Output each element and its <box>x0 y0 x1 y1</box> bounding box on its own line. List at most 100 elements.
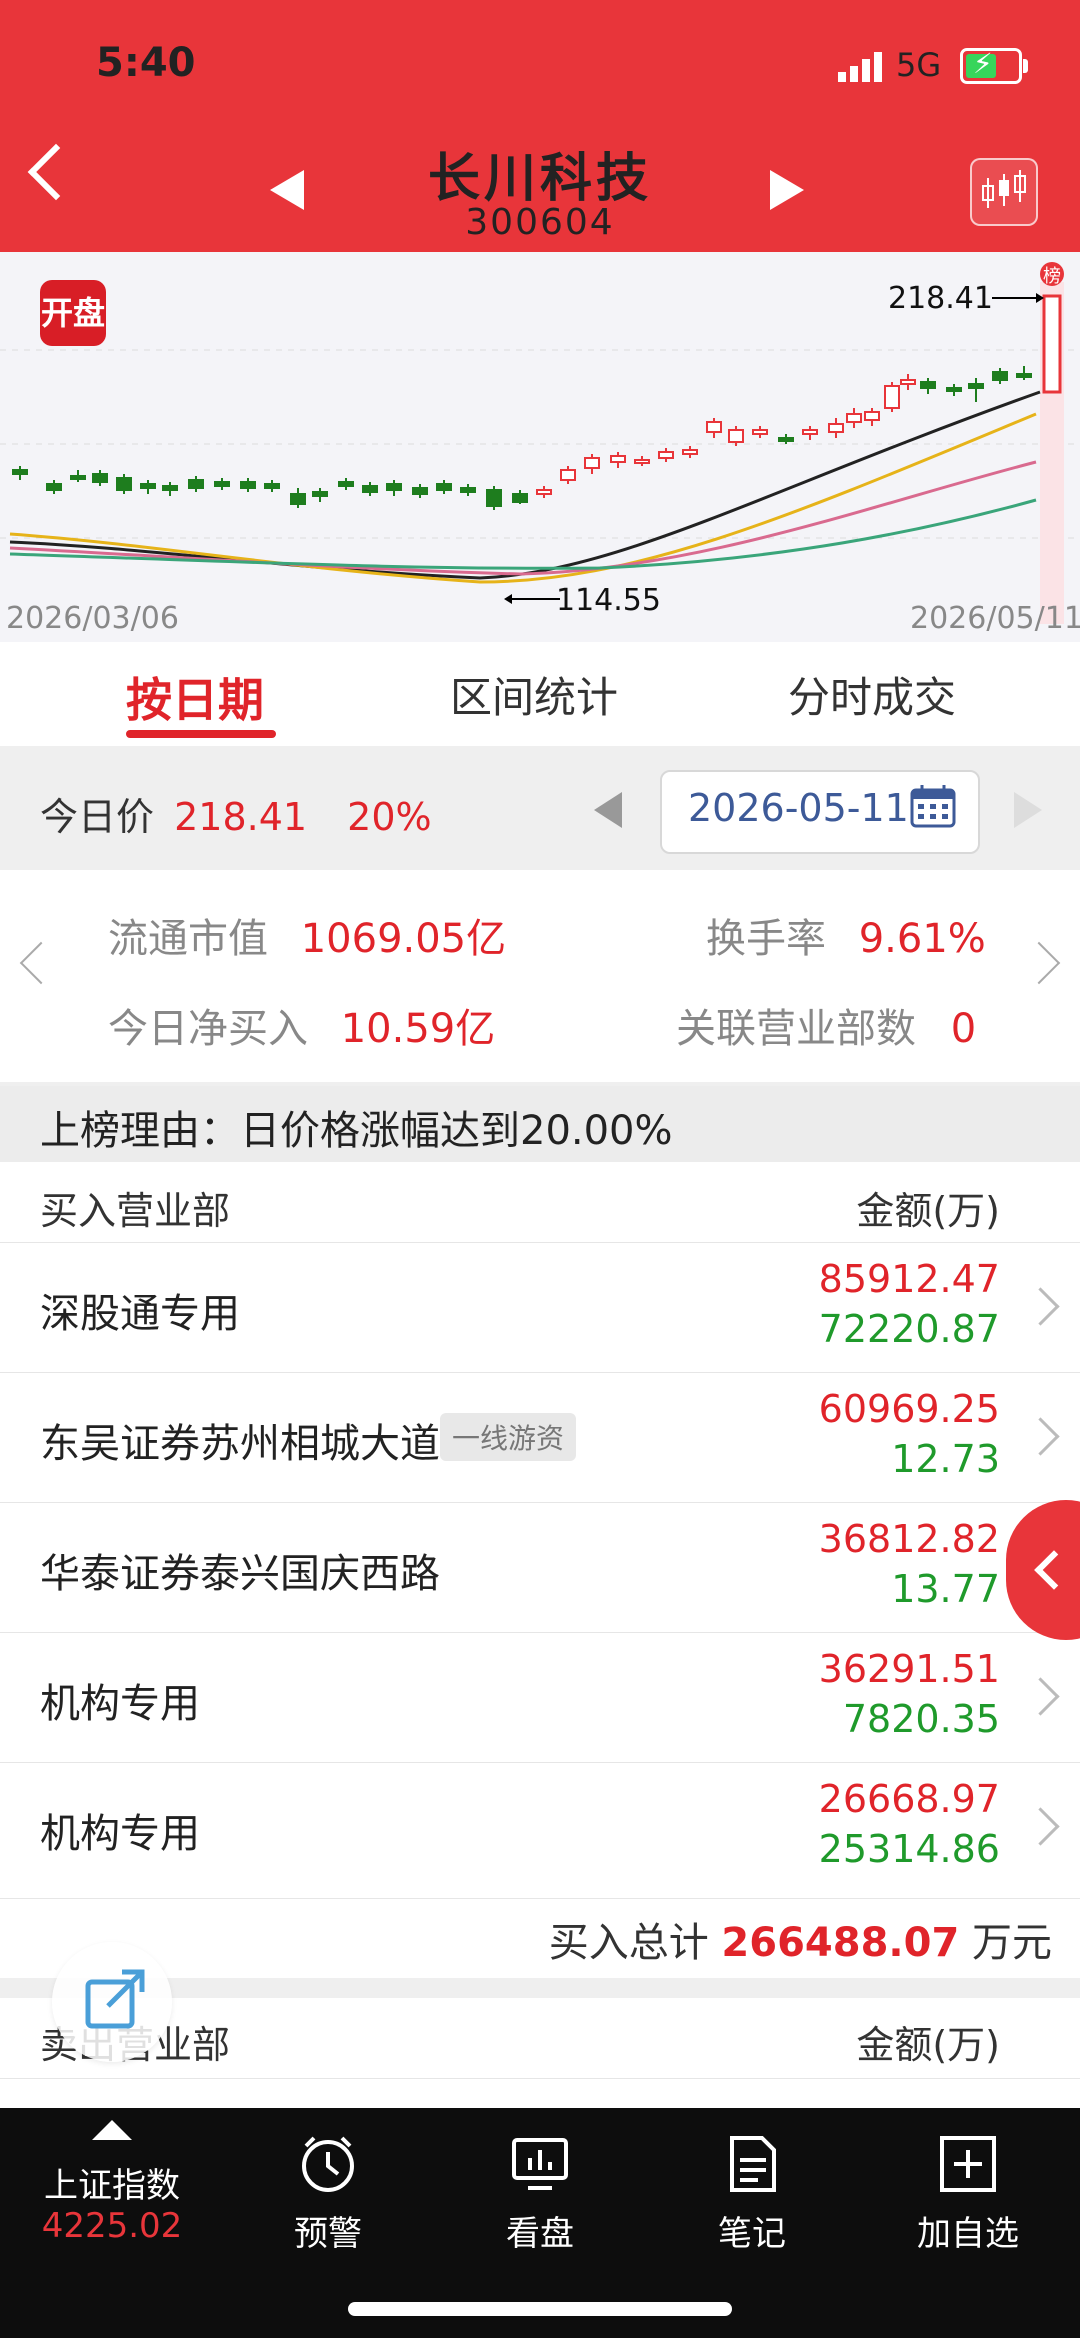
buy-amount: 26668.97 <box>818 1777 1000 1821</box>
candle-body <box>386 483 402 491</box>
chevron-right-icon <box>1021 1417 1060 1456</box>
open-badge[interactable]: 开盘 <box>40 280 106 346</box>
stock-name: 长川科技 <box>427 149 652 209</box>
buy-total-unit: 万元 <box>972 1920 1052 1966</box>
candle-body <box>752 429 768 435</box>
last-candle <box>1042 294 1062 394</box>
candlestick-chart: 榜 218.41 114.55 2026/03/06 2026/05/11 <box>0 262 1080 636</box>
status-time: 5:40 <box>96 40 196 86</box>
candle-body <box>900 379 916 385</box>
table-row[interactable]: 机构专用 36291.51 7820.35 <box>0 1632 1080 1763</box>
candle-body <box>436 483 452 491</box>
kline-icon[interactable] <box>970 158 1038 226</box>
candle-body <box>312 491 328 497</box>
buy-amount: 60969.25 <box>818 1387 1000 1431</box>
branches-value: 0 <box>950 1006 977 1052</box>
monitor-icon <box>512 2138 568 2190</box>
today-price-change: 20% <box>347 795 432 839</box>
today-price-label: 今日价 <box>40 795 155 839</box>
buy-amount: 85912.47 <box>818 1257 1000 1301</box>
today-price-value: 218.41 <box>174 795 308 839</box>
branches-label: 关联营业部数 <box>676 1006 916 1052</box>
candle-body <box>946 387 962 392</box>
buy-total: 买入总计 266488.07 万元 <box>549 1910 1052 1968</box>
start-date-label: 2026/03/06 <box>6 601 179 636</box>
price-chart[interactable]: 榜 218.41 114.55 2026/03/06 2026/05/11 <box>0 252 1080 642</box>
candle-body <box>846 413 862 423</box>
branch-name: 深股通专用 <box>40 1291 240 1337</box>
net-buy-stat: 今日净买入 10.59亿 <box>108 996 495 1054</box>
candle-body <box>362 485 378 493</box>
candle-body <box>536 489 552 495</box>
buy-total-label: 买入总计 <box>548 1920 709 1966</box>
date-picker-value[interactable]: 2026-05-11 <box>688 786 909 830</box>
share-button[interactable] <box>52 1942 172 2062</box>
candle-body <box>46 483 62 491</box>
table-row[interactable]: 东吴证券苏州相城大道 一线游资 60969.25 12.73 <box>0 1372 1080 1503</box>
candle-body <box>920 381 936 389</box>
nav-alert-label: 预警 <box>294 2214 362 2254</box>
document-icon <box>730 2136 776 2192</box>
candle-body <box>214 481 230 487</box>
branch-name: 机构专用 <box>40 1681 200 1727</box>
next-stock-button[interactable] <box>770 170 804 210</box>
tab-active-indicator <box>126 730 276 738</box>
table-row[interactable]: 深股通专用 85912.47 72220.87 <box>0 1242 1080 1373</box>
tab-intraday-trades[interactable]: 分时成交 <box>788 664 956 725</box>
candle-body <box>188 479 204 489</box>
chevron-right-icon <box>1021 1807 1060 1846</box>
buy-header-amount: 金额(万) <box>856 1189 1000 1233</box>
clock-icon <box>302 2136 354 2192</box>
candle-body <box>338 481 354 487</box>
low-price-label: 114.55 <box>556 583 661 618</box>
nav-watch-label: 看盘 <box>506 2214 574 2254</box>
table-row[interactable]: 华泰证券泰兴国庆西路 36812.82 13.77 <box>0 1502 1080 1633</box>
candle-body <box>486 489 502 507</box>
candle-body <box>290 493 306 505</box>
home-indicator <box>348 2302 732 2316</box>
index-value: 4225.02 <box>41 2206 183 2246</box>
tab-by-date[interactable]: 按日期 <box>126 664 264 730</box>
battery-icon: ⚡ <box>960 47 1028 84</box>
sell-amount: 7820.35 <box>842 1697 1000 1741</box>
branch-name: 东吴证券苏州相城大道 <box>40 1421 440 1467</box>
candle-body <box>1016 373 1032 378</box>
table-row[interactable]: 机构专用 26668.97 25314.86 <box>0 1762 1080 1893</box>
candle-body <box>884 385 900 409</box>
prev-stock-button[interactable] <box>270 170 304 210</box>
buy-header-name: 买入营业部 <box>40 1189 231 1233</box>
sell-amount: 12.73 <box>891 1437 1000 1481</box>
prev-date-button[interactable] <box>594 792 622 828</box>
candle-body <box>12 469 28 475</box>
candle-body <box>706 421 722 433</box>
candle-body <box>70 475 86 480</box>
share-icon <box>85 1969 145 2029</box>
today-price: 今日价 218.41 20% <box>40 786 432 841</box>
candle-body <box>560 469 576 481</box>
candle-body <box>728 429 744 443</box>
candle-body <box>512 493 528 503</box>
turnover-value: 9.61% <box>858 916 986 962</box>
buy-total-value: 266488.07 <box>721 1920 960 1966</box>
next-date-button[interactable] <box>1014 792 1042 828</box>
candle-body <box>240 481 256 489</box>
candle-body <box>460 487 476 493</box>
chevron-left-icon <box>1034 1550 1074 1590</box>
ma60-line <box>9 498 1037 570</box>
market-cap-label: 流通市值 <box>108 916 268 962</box>
net-buy-label: 今日净买入 <box>108 1006 308 1052</box>
rank-marker: 榜 <box>1043 266 1061 287</box>
buy-amount: 36812.82 <box>818 1517 1000 1561</box>
sell-table-row-partial <box>0 2078 1080 2109</box>
net-buy-value: 10.59亿 <box>340 1006 496 1052</box>
candle-body <box>116 477 132 491</box>
add-icon <box>940 2136 996 2192</box>
market-cap-stat: 流通市值 1069.05亿 <box>108 906 506 964</box>
candle-body <box>634 459 650 464</box>
candle-body <box>778 437 794 442</box>
index-name: 上证指数 <box>44 2166 180 2206</box>
candle-body <box>658 451 674 459</box>
sell-amount: 25314.86 <box>818 1827 1000 1871</box>
calendar-icon[interactable] <box>910 784 956 828</box>
tab-range-stats[interactable]: 区间统计 <box>450 664 618 725</box>
